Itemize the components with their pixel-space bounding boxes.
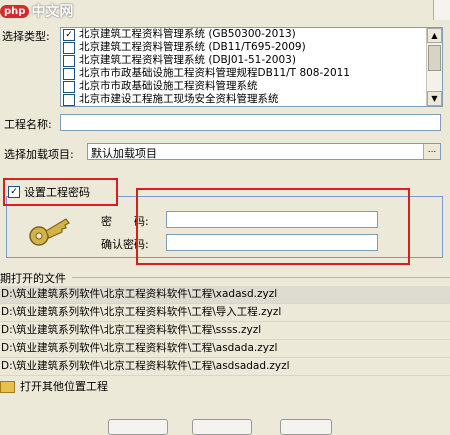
project-type-checkbox[interactable] (63, 80, 75, 93)
project-type-list[interactable]: ✓ 北京建筑工程资料管理系统 (GB50300-2013) 北京建筑工程资料管理系统… (60, 27, 443, 107)
bottom-button-2[interactable] (192, 419, 252, 435)
load-item-select[interactable]: 默认加载项目 ... (87, 143, 441, 160)
project-type-checkbox[interactable] (63, 54, 75, 67)
recent-files-label: 期打开的文件 (0, 272, 66, 285)
project-type-item[interactable]: 北京建筑工程资料管理系统 (DB11/T695-2009) (61, 41, 442, 54)
project-type-checkbox[interactable] (63, 93, 75, 106)
project-type-checkbox[interactable] (63, 41, 75, 54)
recent-files-list: D:\筑业建筑系列软件\北京工程资料软件\工程\xadasd.zyzl D:\筑业… (0, 286, 450, 376)
project-type-text: 北京建筑工程资料管理系统 (GB50300-2013) (79, 28, 296, 40)
highlight-box-password (136, 188, 410, 265)
recent-file-item[interactable]: D:\筑业建筑系列软件\北京工程资料软件\工程\ssss.zyzl (0, 322, 450, 340)
logo-text: 中文网 (31, 4, 74, 20)
project-type-item[interactable]: ✓ 北京建筑工程资料管理系统 (GB50300-2013) (61, 28, 442, 41)
project-type-item[interactable]: 北京市建设工程施工现场安全资料管理系统 (61, 93, 442, 106)
project-type-item[interactable]: 北京建筑工程资料管理系统 (DBJ01-51-2003) (61, 54, 442, 67)
load-item-value: 默认加载项目 (91, 147, 157, 160)
key-icon (28, 214, 72, 251)
scroll-up-icon[interactable]: ▲ (427, 28, 442, 43)
project-name-input[interactable] (60, 114, 441, 131)
project-type-label: 选择类型: (2, 30, 50, 43)
folder-icon (0, 380, 15, 393)
project-type-item[interactable]: 北京市市政基础设施工程资料管理系统 (61, 80, 442, 93)
project-type-text: 北京市建设工程施工现场安全资料管理系统 (79, 93, 279, 105)
highlight-box-checkbox (3, 178, 118, 206)
logo-badge: php (0, 4, 30, 18)
load-item-label: 选择加载项目: (4, 148, 74, 161)
scroll-down-icon[interactable]: ▼ (427, 91, 442, 106)
project-name-label: 工程名称: (4, 118, 52, 131)
project-type-text: 北京建筑工程资料管理系统 (DB11/T695-2009) (79, 41, 306, 53)
project-type-checkbox[interactable] (63, 67, 75, 80)
bottom-button-1[interactable] (108, 419, 168, 435)
bottom-button-3[interactable] (280, 419, 332, 435)
open-other-label: 打开其他位置工程 (20, 380, 108, 393)
project-type-text: 北京市市政基础设施工程资料管理规程DB11/T 808-2011 (79, 67, 350, 79)
recent-file-item[interactable]: D:\筑业建筑系列软件\北京工程资料软件\工程\导入工程.zyzl (0, 304, 450, 322)
project-type-text: 北京建筑工程资料管理系统 (DBJ01-51-2003) (79, 54, 296, 66)
ellipsis-button[interactable]: ... (423, 144, 440, 159)
section-divider (72, 277, 450, 278)
window-edge-button[interactable] (433, 0, 450, 20)
recent-file-item[interactable]: D:\筑业建筑系列软件\北京工程资料软件\工程\asdsadad.zyzl (0, 358, 450, 376)
project-type-checkbox[interactable]: ✓ (63, 28, 75, 41)
list-scrollbar[interactable]: ▲ ▼ (426, 28, 442, 106)
recent-file-item[interactable]: D:\筑业建筑系列软件\北京工程资料软件\工程\asdada.zyzl (0, 340, 450, 358)
open-other-project[interactable]: 打开其他位置工程 (0, 378, 108, 395)
recent-file-item[interactable]: D:\筑业建筑系列软件\北京工程资料软件\工程\xadasd.zyzl (0, 286, 450, 304)
project-type-text: 北京市市政基础设施工程资料管理系统 (79, 80, 258, 92)
project-type-item[interactable]: 北京市市政基础设施工程资料管理规程DB11/T 808-2011 (61, 67, 442, 80)
scroll-thumb[interactable] (428, 45, 441, 71)
site-logo: php 中文网 (0, 0, 74, 22)
